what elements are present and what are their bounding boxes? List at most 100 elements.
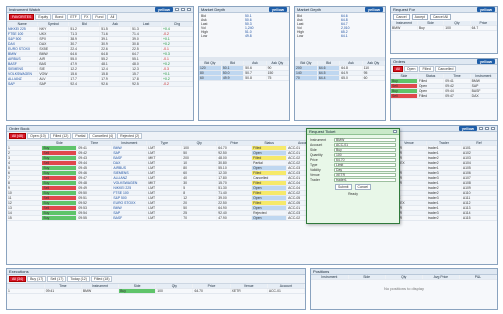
executions-tabs: All (34) Buy (17) Sell (17) Today (12) Fille… xyxy=(7,275,305,284)
table-cell: SAP xyxy=(7,81,39,87)
tab-3[interactable]: Partial xyxy=(72,133,89,139)
tab-0[interactable]: All (48) xyxy=(9,133,27,139)
brand-logo: yellow xyxy=(268,7,287,12)
field-value: 49.8 xyxy=(245,34,252,38)
close-icon[interactable] xyxy=(393,130,397,133)
table-row[interactable]: SAP SAP 92.4 92.6 92.5 -0.2 xyxy=(7,81,193,87)
table-row[interactable]: 70 64.4 65.0 60 xyxy=(295,75,385,81)
column-header[interactable]: Side xyxy=(348,275,386,280)
tab-4[interactable]: FX xyxy=(80,14,92,20)
tab-1[interactable]: Open (10) xyxy=(27,133,49,139)
window-title: Market Depth xyxy=(201,7,226,12)
table-cell: 1 xyxy=(7,288,45,294)
market-depth-window[interactable]: Market Depth yellow Bid 50.1 Ask 50.6 Last 50.… xyxy=(198,6,290,121)
maximize-icon[interactable] xyxy=(485,127,489,130)
table-row[interactable]: 1 09:41 BMW Buy 100 64.70 XETR ACC-01 xyxy=(7,288,305,294)
order-ticket-dialog[interactable]: Request Ticket Instrument BMW Account ACC-0… xyxy=(306,128,400,224)
tab-3[interactable]: ETF xyxy=(67,14,80,20)
window-title: Market Depth xyxy=(297,7,322,12)
tab-4[interactable]: Cancelled (4) xyxy=(89,133,117,139)
tab-0[interactable]: FAVORITES xyxy=(9,14,35,20)
table-cell: 92.4 xyxy=(68,81,101,87)
field-label: Trader xyxy=(310,177,320,182)
field-input[interactable]: ACC-01 xyxy=(334,142,396,147)
field-input[interactable]: 64.70 xyxy=(334,157,396,162)
table-cell: 70 xyxy=(295,75,318,81)
table-row[interactable]: 15Buy09:55BASFLMT7047.90OpenACC-020XETRt… xyxy=(7,215,497,221)
close-icon[interactable] xyxy=(187,8,191,11)
table-cell: Buy xyxy=(41,215,78,221)
field-value: 64.1 xyxy=(341,34,348,38)
table-row[interactable]: BMW Buy 100 64.7 xyxy=(391,25,497,31)
ticket-field: Price 64.70 xyxy=(307,157,399,162)
tab-6[interactable]: All xyxy=(107,14,118,20)
table-cell: A115 xyxy=(461,215,497,221)
ticket-field: Trader trader1 xyxy=(307,177,399,182)
field-input[interactable]: Limit xyxy=(334,162,396,167)
table-cell: 92.6 xyxy=(99,81,132,87)
tab-2[interactable]: Bond xyxy=(52,14,67,20)
table-row[interactable]: 60 49.9 50.8 75 xyxy=(199,75,289,81)
tab-1[interactable]: Equity xyxy=(35,14,52,20)
order-book-window[interactable]: Order Book yellow All (48) Open (10) Filled… xyxy=(6,125,498,265)
tab-3[interactable]: Cancelled xyxy=(434,66,457,72)
table-cell: Buy xyxy=(417,25,445,31)
table-cell: Buy xyxy=(118,288,157,294)
tab-4[interactable]: Filled (18) xyxy=(90,276,113,282)
table-cell: 92.5 xyxy=(130,81,163,87)
field-input[interactable]: BMW xyxy=(334,137,396,142)
tab-3[interactable]: Today (12) xyxy=(67,276,90,282)
minimize-icon[interactable] xyxy=(479,127,483,130)
orders-window[interactable]: Orders yellow All Open Filled Cancelled Side… xyxy=(390,58,498,121)
tab-2[interactable]: Filled xyxy=(419,66,434,72)
market-depth-window-2[interactable]: Market Depth yellow Bid 64.6 Ask 64.8 Last 64.… xyxy=(294,6,386,121)
field-input[interactable]: XETR xyxy=(334,172,396,177)
maximize-icon[interactable] xyxy=(181,8,185,11)
ticket-status: Ready xyxy=(348,192,358,196)
field-label: Quantity xyxy=(310,152,323,157)
order-book-table: Side Time Instrument Type Qty Price Status Acco… xyxy=(7,141,497,221)
table-cell: Filled xyxy=(417,93,445,99)
request-for-quote-window[interactable]: Request For yellow Cancel Accept Cancel All… xyxy=(390,6,498,54)
field-label: Instrument xyxy=(310,137,327,142)
market-summary: Bid 50.1 Ask 50.6 Last 50.3 Vol 1,240 High 51.0 Lo… xyxy=(199,13,289,39)
executions-window[interactable]: Executions All (34) Buy (17) Sell (17) Toda… xyxy=(6,268,306,310)
rfq-button-0[interactable]: Cancel xyxy=(393,14,410,20)
cancel-button[interactable]: Cancel xyxy=(354,184,372,190)
tab-1[interactable]: Open xyxy=(403,66,419,72)
field-input[interactable]: 100 xyxy=(334,152,396,157)
tab-5[interactable]: Rejected (2) xyxy=(117,133,143,139)
field-input[interactable]: trader1 xyxy=(334,177,396,182)
field-input[interactable]: Day xyxy=(334,167,396,172)
rfq-button-2[interactable]: Cancel All xyxy=(429,14,452,20)
tab-0[interactable]: All (34) xyxy=(9,276,27,282)
tab-1[interactable]: Buy (17) xyxy=(27,276,47,282)
minimize-icon[interactable] xyxy=(175,8,179,11)
orders-table: Side Status Time Instrument Buy Filled 09:41 BM… xyxy=(391,74,497,99)
table-cell: LMT xyxy=(146,215,183,221)
order-book-tabs: All (48) Open (10) Filled (12) Partial Cance… xyxy=(7,132,497,141)
table-cell: BASF xyxy=(111,215,148,221)
column-header[interactable]: P&L xyxy=(459,275,497,280)
window-title: Orders xyxy=(393,59,406,64)
tab-0[interactable]: All xyxy=(393,66,403,72)
field-label: Price xyxy=(310,157,318,162)
column-header[interactable]: Instrument xyxy=(311,275,349,280)
field-input[interactable]: Buy xyxy=(334,147,396,152)
positions-window[interactable]: Positions Instrument Side Qty Avg Price P&L … xyxy=(310,268,498,310)
close-icon[interactable] xyxy=(491,127,495,130)
table-cell: 64.4 xyxy=(317,75,341,81)
table-row[interactable]: Sell Filled 09:47 DAX xyxy=(391,93,497,99)
brand-logo: yellow xyxy=(458,126,477,131)
table-cell: ACC-01 xyxy=(267,288,305,294)
column-header[interactable]: Avg Price xyxy=(422,275,460,280)
tab-2[interactable]: Filled (12) xyxy=(49,133,72,139)
table-cell: 100 xyxy=(155,288,194,294)
instrument-watch-window[interactable]: Instrument Watch yellow FAVORITES Equity B… xyxy=(6,6,194,121)
column-header[interactable]: Qty xyxy=(385,275,423,280)
tab-5[interactable]: Fund xyxy=(92,14,107,20)
tab-2[interactable]: Sell (17) xyxy=(47,276,67,282)
table-cell: 09:47 xyxy=(443,93,471,99)
submit-button[interactable]: Submit xyxy=(334,184,352,190)
rfq-button-1[interactable]: Accept xyxy=(411,14,428,20)
